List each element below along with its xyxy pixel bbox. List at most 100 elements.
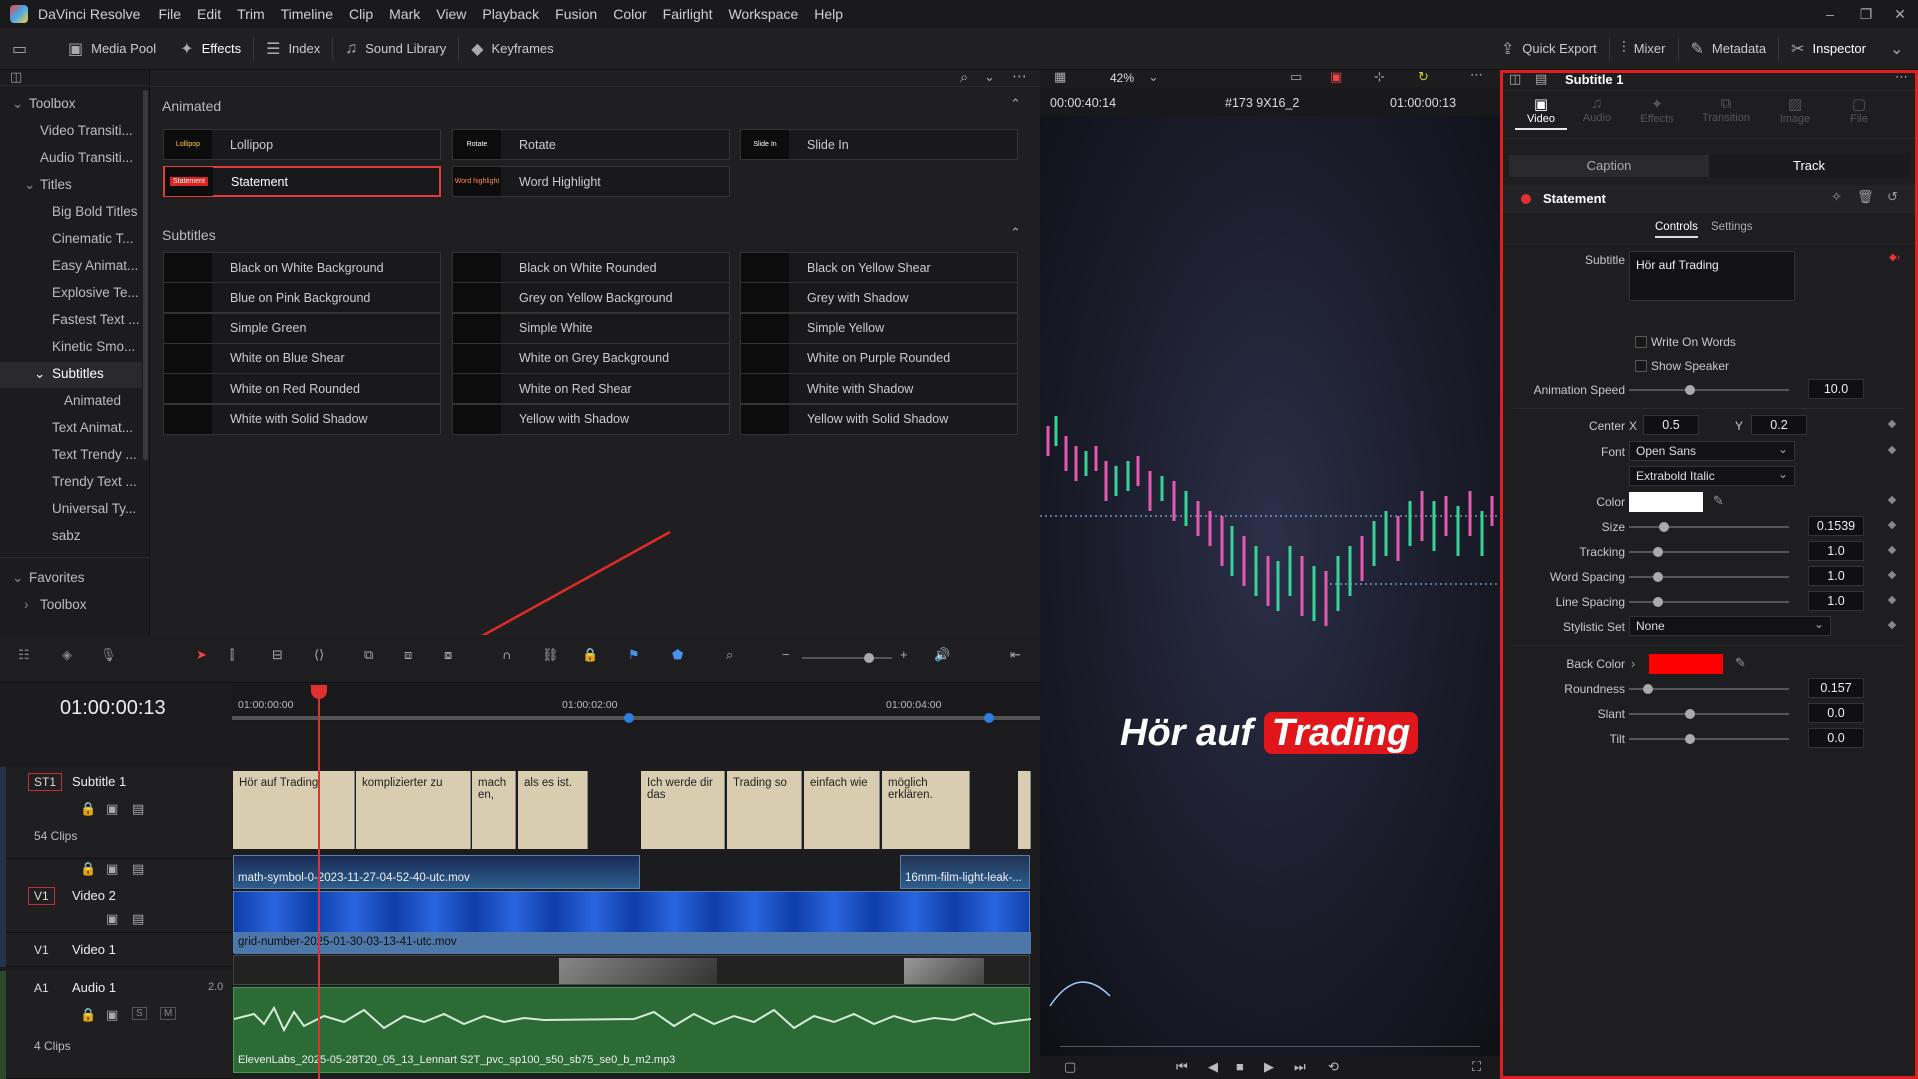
subtitle-effect-tile[interactable]: Yellow with Shadow (452, 403, 730, 435)
tree-animated[interactable]: Animated (64, 393, 121, 408)
tree-subtitles[interactable]: Subtitles (52, 366, 104, 381)
go-to-start-icon[interactable]: ⏮ (1176, 1059, 1188, 1075)
subtitle-clip[interactable] (1018, 771, 1031, 849)
back-color-swatch[interactable] (1649, 654, 1723, 674)
track-name[interactable]: Video 1 (72, 942, 116, 957)
menu-view[interactable]: View (436, 6, 466, 22)
mixer-button[interactable]: ⫶ Mixer (1610, 28, 1678, 70)
chevron-up-icon[interactable]: ⌃ (1010, 225, 1021, 241)
video-clip[interactable]: math-symbol-0-2023-11-27-04-52-40-utc.mo… (233, 855, 640, 889)
tab-file[interactable]: ▢ File (1829, 95, 1889, 125)
lock-icon[interactable]: 🔒 (582, 647, 598, 663)
subtitle-clip[interactable]: mach en, (472, 771, 516, 849)
zoom-icon[interactable]: ⌕ (726, 647, 733, 663)
menu-fairlight[interactable]: Fairlight (663, 6, 713, 22)
font-style-dropdown[interactable]: Extrabold Italic (1629, 465, 1795, 486)
tab-audio[interactable]: ♫ Audio (1571, 95, 1623, 124)
subtitle-effect-tile[interactable]: Black on Yellow Shear (740, 252, 1018, 283)
tab-image[interactable]: ▨ Image (1765, 95, 1825, 125)
slider-knob[interactable] (864, 653, 874, 663)
slider-knob[interactable] (1653, 547, 1663, 557)
subtitle-effect-tile[interactable]: Grey with Shadow (740, 282, 1018, 314)
volume-icon[interactable]: 🔊 (934, 647, 950, 663)
effect-rotate[interactable]: Rotate Rotate (452, 129, 730, 160)
center-x-value[interactable]: 0.5 (1643, 415, 1699, 435)
tab-transition[interactable]: ⧉ Transition (1691, 95, 1761, 124)
marker[interactable] (624, 713, 634, 723)
track-visibility-icon[interactable]: ▣ (106, 1007, 118, 1023)
subtitle-effect-tile[interactable]: White on Red Rounded (163, 373, 441, 405)
tree-big-bold-titles[interactable]: Big Bold Titles (52, 204, 138, 219)
roundness-value[interactable]: 0.157 (1808, 678, 1864, 698)
tree-trendy-text[interactable]: Trendy Text ... (52, 474, 137, 489)
keyframe-icon[interactable] (1887, 495, 1897, 505)
viewer-layout-icon[interactable]: ▦ (1054, 69, 1066, 85)
solo-button[interactable]: S (132, 1007, 147, 1020)
filmstrip-icon[interactable]: ▤ (132, 911, 144, 927)
split-icon[interactable]: ▤ (1535, 71, 1547, 87)
playhead[interactable] (318, 685, 320, 1079)
more-options-icon[interactable]: ⋯ (1895, 69, 1908, 85)
line-spacing-value[interactable]: 1.0 (1808, 591, 1864, 611)
keyframe-icon[interactable] (1887, 445, 1897, 455)
tree-favorites[interactable]: Favorites (29, 570, 85, 585)
keyframes-button[interactable]: ◆ Keyframes (459, 28, 565, 70)
search-icon[interactable]: ⌕ (960, 69, 968, 86)
animation-speed-slider[interactable] (1629, 385, 1789, 395)
audio-clip[interactable]: ElevenLabs_2025-05-28T20_05_13_Lennart S… (233, 987, 1031, 1073)
track-visibility-icon[interactable]: ▣ (106, 801, 118, 817)
keyframe-icon[interactable] (1887, 419, 1897, 429)
snapping-icon[interactable]: ∩ (502, 647, 511, 662)
chevron-right-icon[interactable]: › (1631, 656, 1635, 671)
caption-icon[interactable]: ▤ (132, 801, 144, 817)
subtitle-textbox[interactable]: Hör auf Trading (1629, 251, 1795, 301)
video-frame[interactable]: Hör auf Trading (1040, 116, 1500, 1056)
media-pool-button[interactable]: ▣ Media Pool (56, 28, 168, 70)
subtitle-effect-tile[interactable]: White on Blue Shear (163, 342, 441, 374)
keyframe-icon[interactable] (1887, 545, 1897, 555)
timeline-ruler[interactable]: 01:00:00:00 01:00:02:00 01:00:04:00 (232, 685, 1040, 725)
word-spacing-value[interactable]: 1.0 (1808, 566, 1864, 586)
sound-library-button[interactable]: ♫ Sound Library (333, 28, 458, 70)
track-name[interactable]: Audio 1 (72, 980, 116, 995)
ctrl-tab-settings[interactable]: Settings (1711, 221, 1753, 233)
aspect-icon[interactable]: ▭ (1290, 69, 1302, 85)
roundness-slider[interactable] (1629, 684, 1789, 694)
subtitle-effect-tile[interactable]: White on Grey Background (452, 342, 730, 374)
effect-lollipop[interactable]: Lollipop Lollipop (163, 129, 441, 160)
keyframe-icon[interactable] (1887, 520, 1897, 530)
subtitle-effect-tile[interactable]: Blue on Pink Background (163, 282, 441, 314)
flag-icon[interactable]: ⚑ (628, 647, 640, 663)
track-tag[interactable]: A1 (28, 979, 55, 997)
keyframe-icon[interactable] (1887, 570, 1897, 580)
subtitle-clip[interactable]: einfach wie (804, 771, 880, 849)
slider-knob[interactable] (1685, 709, 1695, 719)
keyframe-icon[interactable] (1887, 620, 1897, 630)
tree-text-trendy[interactable]: Text Trendy ... (52, 447, 137, 462)
chevron-down-icon[interactable]: ⌄ (984, 69, 995, 85)
more-options-icon[interactable]: ⋯ (1470, 67, 1483, 83)
menu-file[interactable]: File (158, 6, 181, 22)
chevron-down-icon[interactable]: ⌄ (1148, 69, 1159, 85)
tilt-value[interactable]: 0.0 (1808, 728, 1864, 748)
video-clip[interactable] (233, 955, 1030, 985)
metadata-button[interactable]: ✎ Metadata (1679, 28, 1779, 70)
effect-statement[interactable]: Statement Statement (163, 166, 441, 197)
line-spacing-slider[interactable] (1629, 597, 1789, 607)
size-slider[interactable] (1629, 522, 1789, 532)
menu-mark[interactable]: Mark (389, 6, 420, 22)
subtitle-clip[interactable]: Ich werde dir das (641, 771, 725, 849)
overlay-icon[interactable]: ▣ (1330, 69, 1342, 85)
reset-icon[interactable]: ↺ (1887, 189, 1898, 205)
zoom-out-icon[interactable]: − (782, 647, 790, 662)
track-name[interactable]: Subtitle 1 (72, 774, 126, 789)
slider-knob[interactable] (1653, 597, 1663, 607)
subtitle-effect-tile[interactable]: Grey on Yellow Background (452, 282, 730, 314)
tilt-slider[interactable] (1629, 734, 1789, 744)
subtitle-clip[interactable]: Hör auf Trading (233, 771, 355, 849)
timeline-options-icon[interactable]: ☷ (18, 647, 30, 663)
size-value[interactable]: 0.1539 (1808, 516, 1864, 536)
subtitle-effect-tile[interactable]: White with Shadow (740, 373, 1018, 405)
zoom-in-icon[interactable]: + (900, 647, 908, 662)
stylistic-set-dropdown[interactable]: None (1629, 615, 1831, 636)
